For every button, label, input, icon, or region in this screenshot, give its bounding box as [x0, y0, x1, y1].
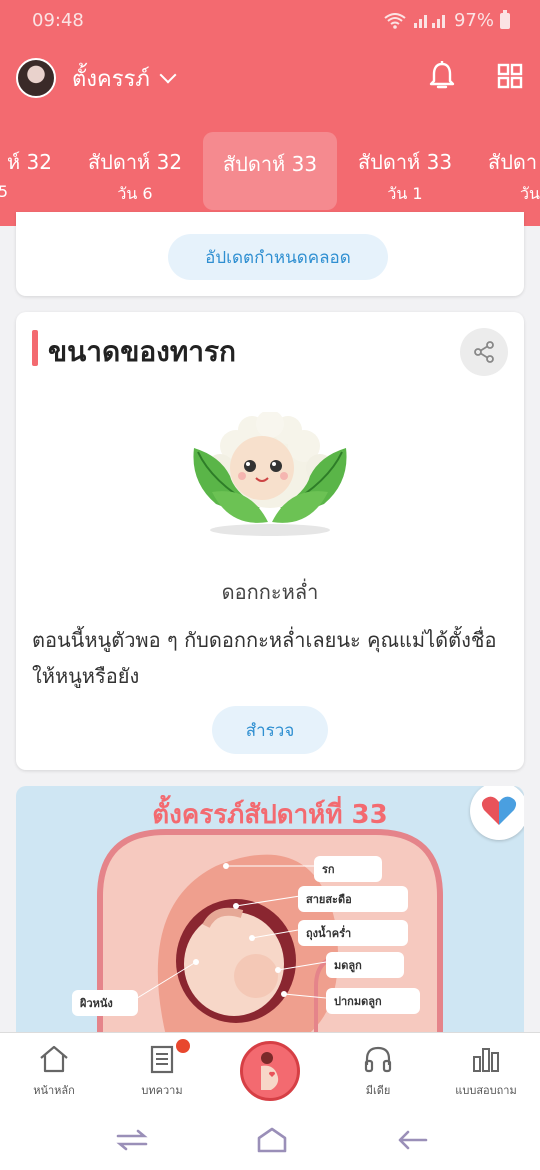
grid-icon[interactable]	[496, 60, 524, 92]
update-due-date-button[interactable]: อัปเดตกำหนดคลอด	[168, 234, 388, 280]
system-nav-bar	[0, 1112, 540, 1170]
due-date-card: อัปเดตกำหนดคลอด	[16, 212, 524, 296]
profile-row: ตั้งครรภ์	[16, 56, 524, 100]
label-umbilical-cord: สายสะดือ	[298, 886, 408, 912]
week-tabs: ห์ 32 5 สัปดาห์ 32 วัน 6 สัปดาห์ 33 สัปด…	[0, 132, 540, 212]
headphones-icon	[364, 1046, 392, 1073]
nav-home[interactable]: หน้าหลัก	[0, 1033, 108, 1113]
tab-week-33-day-1[interactable]: สัปดาห์ 33 วัน 1	[338, 132, 472, 210]
status-time: 09:48	[32, 10, 84, 31]
heart-icon[interactable]	[470, 786, 524, 840]
chevron-down-icon[interactable]	[159, 66, 177, 84]
chart-icon	[473, 1048, 499, 1072]
avatar[interactable]	[16, 58, 56, 98]
nav-media[interactable]: มีเดีย	[324, 1033, 432, 1113]
baby-size-description: ตอนนี้หนูตัวพอ ๆ กับดอกกะหล่ำเลยนะ คุณแม…	[32, 628, 497, 688]
vegetable-name: ดอกกะหล่ำ	[221, 580, 319, 604]
home-button-icon[interactable]	[256, 1126, 288, 1154]
label-skin: ผิวหนัง	[72, 990, 138, 1016]
status-bar: 09:48 97%	[0, 8, 540, 36]
title-accent-bar	[32, 330, 38, 366]
pregnancy-icon	[261, 1052, 279, 1090]
label-cervix: ปากมดลูก	[326, 988, 420, 1014]
recent-apps-icon[interactable]	[116, 1128, 148, 1152]
back-icon[interactable]	[396, 1128, 428, 1152]
share-icon[interactable]	[460, 328, 508, 376]
bell-icon[interactable]	[428, 60, 456, 92]
nav-survey[interactable]: แบบสอบถาม	[432, 1033, 540, 1113]
wifi-icon	[384, 12, 406, 29]
tab-week-next[interactable]: สัปดา วัน	[472, 132, 540, 210]
status-icons: 97%	[384, 9, 510, 31]
battery-percent: 97%	[453, 10, 494, 31]
header-actions	[428, 60, 524, 92]
nav-pregnancy[interactable]	[240, 1041, 300, 1101]
home-icon	[40, 1045, 68, 1073]
pregnancy-info-card[interactable]: ตั้งครรภ์สัปดาห์ที่ 33 รก สายสะดือ ถุงน้…	[16, 786, 524, 1036]
label-placenta: รก	[314, 856, 382, 882]
bottom-nav: หน้าหลัก บทความ มีเดีย แบบสอบถาม	[0, 1032, 540, 1112]
article-icon	[150, 1045, 174, 1074]
tab-week-33[interactable]: สัปดาห์ 33	[203, 132, 337, 210]
signal-icon	[413, 14, 445, 28]
tab-week-32-day-5[interactable]: ห์ 32 5	[0, 132, 68, 210]
label-amniotic-sac: ถุงน้ำคร่ำ	[298, 920, 408, 946]
app-header: 09:48 97% ตั้งครรภ์ ห์ 32 5 สัปดาห์ 32 ว	[0, 0, 540, 226]
cauliflower-illustration	[193, 412, 347, 536]
baby-size-card: ขนาดของทารก ดอกกะหล่ำ ตอนนี้หนูตัวพอ ๆ ก…	[16, 312, 524, 770]
tab-week-32-day-6[interactable]: สัปดาห์ 32 วัน 6	[68, 132, 202, 210]
label-uterus: มดลูก	[326, 952, 404, 978]
notification-badge	[176, 1039, 190, 1053]
nav-articles[interactable]: บทความ	[108, 1033, 216, 1113]
profile-name[interactable]: ตั้งครรภ์	[72, 61, 150, 96]
battery-icon	[500, 9, 510, 29]
card-title: ขนาดของทารก	[48, 335, 236, 368]
explore-button[interactable]: สำรวจ	[212, 706, 328, 754]
